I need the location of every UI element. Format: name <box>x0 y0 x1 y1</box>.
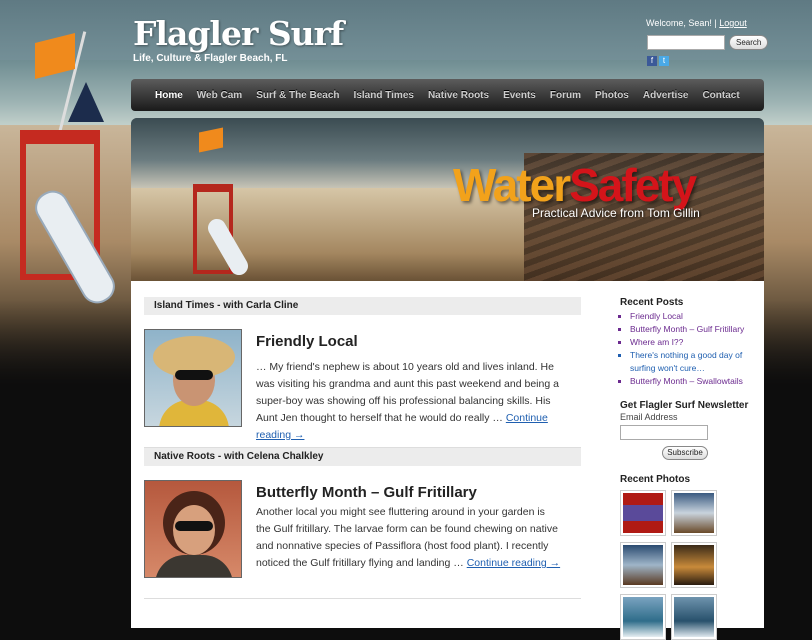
nav-web-cam[interactable]: Web Cam <box>197 90 242 101</box>
post-title[interactable]: Friendly Local <box>256 333 358 350</box>
recent-post-link[interactable]: There's nothing a good day of surfing wo… <box>630 349 760 375</box>
post-thumbnail[interactable] <box>144 480 242 578</box>
twitter-icon[interactable]: t <box>659 56 669 66</box>
post-thumbnail[interactable] <box>144 329 242 427</box>
feature-banner[interactable]: WaterSafety Practical Advice from Tom Gi… <box>131 118 764 281</box>
subscribe-button[interactable]: Subscribe <box>662 446 708 460</box>
welcome-text: Welcome, Sean! <box>646 18 712 28</box>
nav-forum[interactable]: Forum <box>550 90 581 101</box>
nav-photos[interactable]: Photos <box>595 90 629 101</box>
recent-post-link[interactable]: Butterfly Month – Swallowtails <box>630 375 760 388</box>
search-form: Search <box>647 35 769 50</box>
nav-island-times[interactable]: Island Times <box>354 90 414 101</box>
nav-events[interactable]: Events <box>503 90 536 101</box>
nav-home[interactable]: Home <box>155 90 183 101</box>
photo-thumbnail[interactable] <box>620 594 666 640</box>
email-field[interactable] <box>620 425 708 440</box>
recent-photos-grid <box>620 490 760 640</box>
main-nav: Home Web Cam Surf & The Beach Island Tim… <box>131 79 764 111</box>
site-logo[interactable]: Flagler Surf Life, Culture & Flagler Bea… <box>133 14 344 65</box>
post-item: Butterfly Month – Gulf Fritillary Anothe… <box>144 466 581 584</box>
search-button[interactable]: Search <box>729 35 769 50</box>
post-item: Friendly Local … My friend's nephew is a… <box>144 315 581 441</box>
sidebar: Recent Posts Friendly Local Butterfly Mo… <box>620 297 760 640</box>
photo-thumbnail[interactable] <box>671 594 717 640</box>
logout-link[interactable]: Logout <box>719 18 747 28</box>
continue-reading-link[interactable]: Continue reading → <box>467 557 560 569</box>
search-input[interactable] <box>647 35 725 50</box>
section-header: Island Times - with Carla Cline <box>144 297 581 315</box>
facebook-icon[interactable]: f <box>647 56 657 66</box>
recent-post-link[interactable]: Butterfly Month – Gulf Fritillary <box>630 323 760 336</box>
recent-photos-heading: Recent Photos <box>620 474 691 485</box>
photo-thumbnail[interactable] <box>671 490 717 536</box>
social-links: f t <box>647 56 669 66</box>
nav-contact[interactable]: Contact <box>702 90 739 101</box>
recent-post-link[interactable]: Friendly Local <box>630 310 760 323</box>
post-excerpt: Another local you might see fluttering a… <box>256 506 561 569</box>
main-column: Island Times - with Carla Cline Friendly… <box>144 297 581 599</box>
site-tagline: Life, Culture & Flagler Beach, FL <box>133 53 288 64</box>
nav-native-roots[interactable]: Native Roots <box>428 90 489 101</box>
nav-surf-the-beach[interactable]: Surf & The Beach <box>256 90 339 101</box>
recent-post-link[interactable]: Where am I?? <box>630 336 760 349</box>
site-name: Flagler Surf <box>133 14 344 53</box>
email-label: Email Address <box>620 412 678 422</box>
post-excerpt: … My friend's nephew is about 10 years o… <box>256 361 559 441</box>
recent-posts-list: Friendly Local Butterfly Month – Gulf Fr… <box>620 310 760 388</box>
banner-subtitle: Practical Advice from Tom Gillin <box>532 206 700 220</box>
photo-thumbnail[interactable] <box>620 542 666 588</box>
user-box: Welcome, Sean! | Logout <box>646 18 747 28</box>
newsletter-heading: Get Flagler Surf Newsletter <box>620 400 749 411</box>
section-header: Native Roots - with Celena Chalkley <box>144 448 581 466</box>
nav-advertise[interactable]: Advertise <box>643 90 689 101</box>
post-title[interactable]: Butterfly Month – Gulf Fritillary <box>256 484 477 501</box>
banner-title: WaterSafety <box>453 159 697 211</box>
photo-thumbnail[interactable] <box>620 490 666 536</box>
content-area: Island Times - with Carla Cline Friendly… <box>131 281 764 640</box>
recent-posts-heading: Recent Posts <box>620 297 684 308</box>
photo-thumbnail[interactable] <box>671 542 717 588</box>
